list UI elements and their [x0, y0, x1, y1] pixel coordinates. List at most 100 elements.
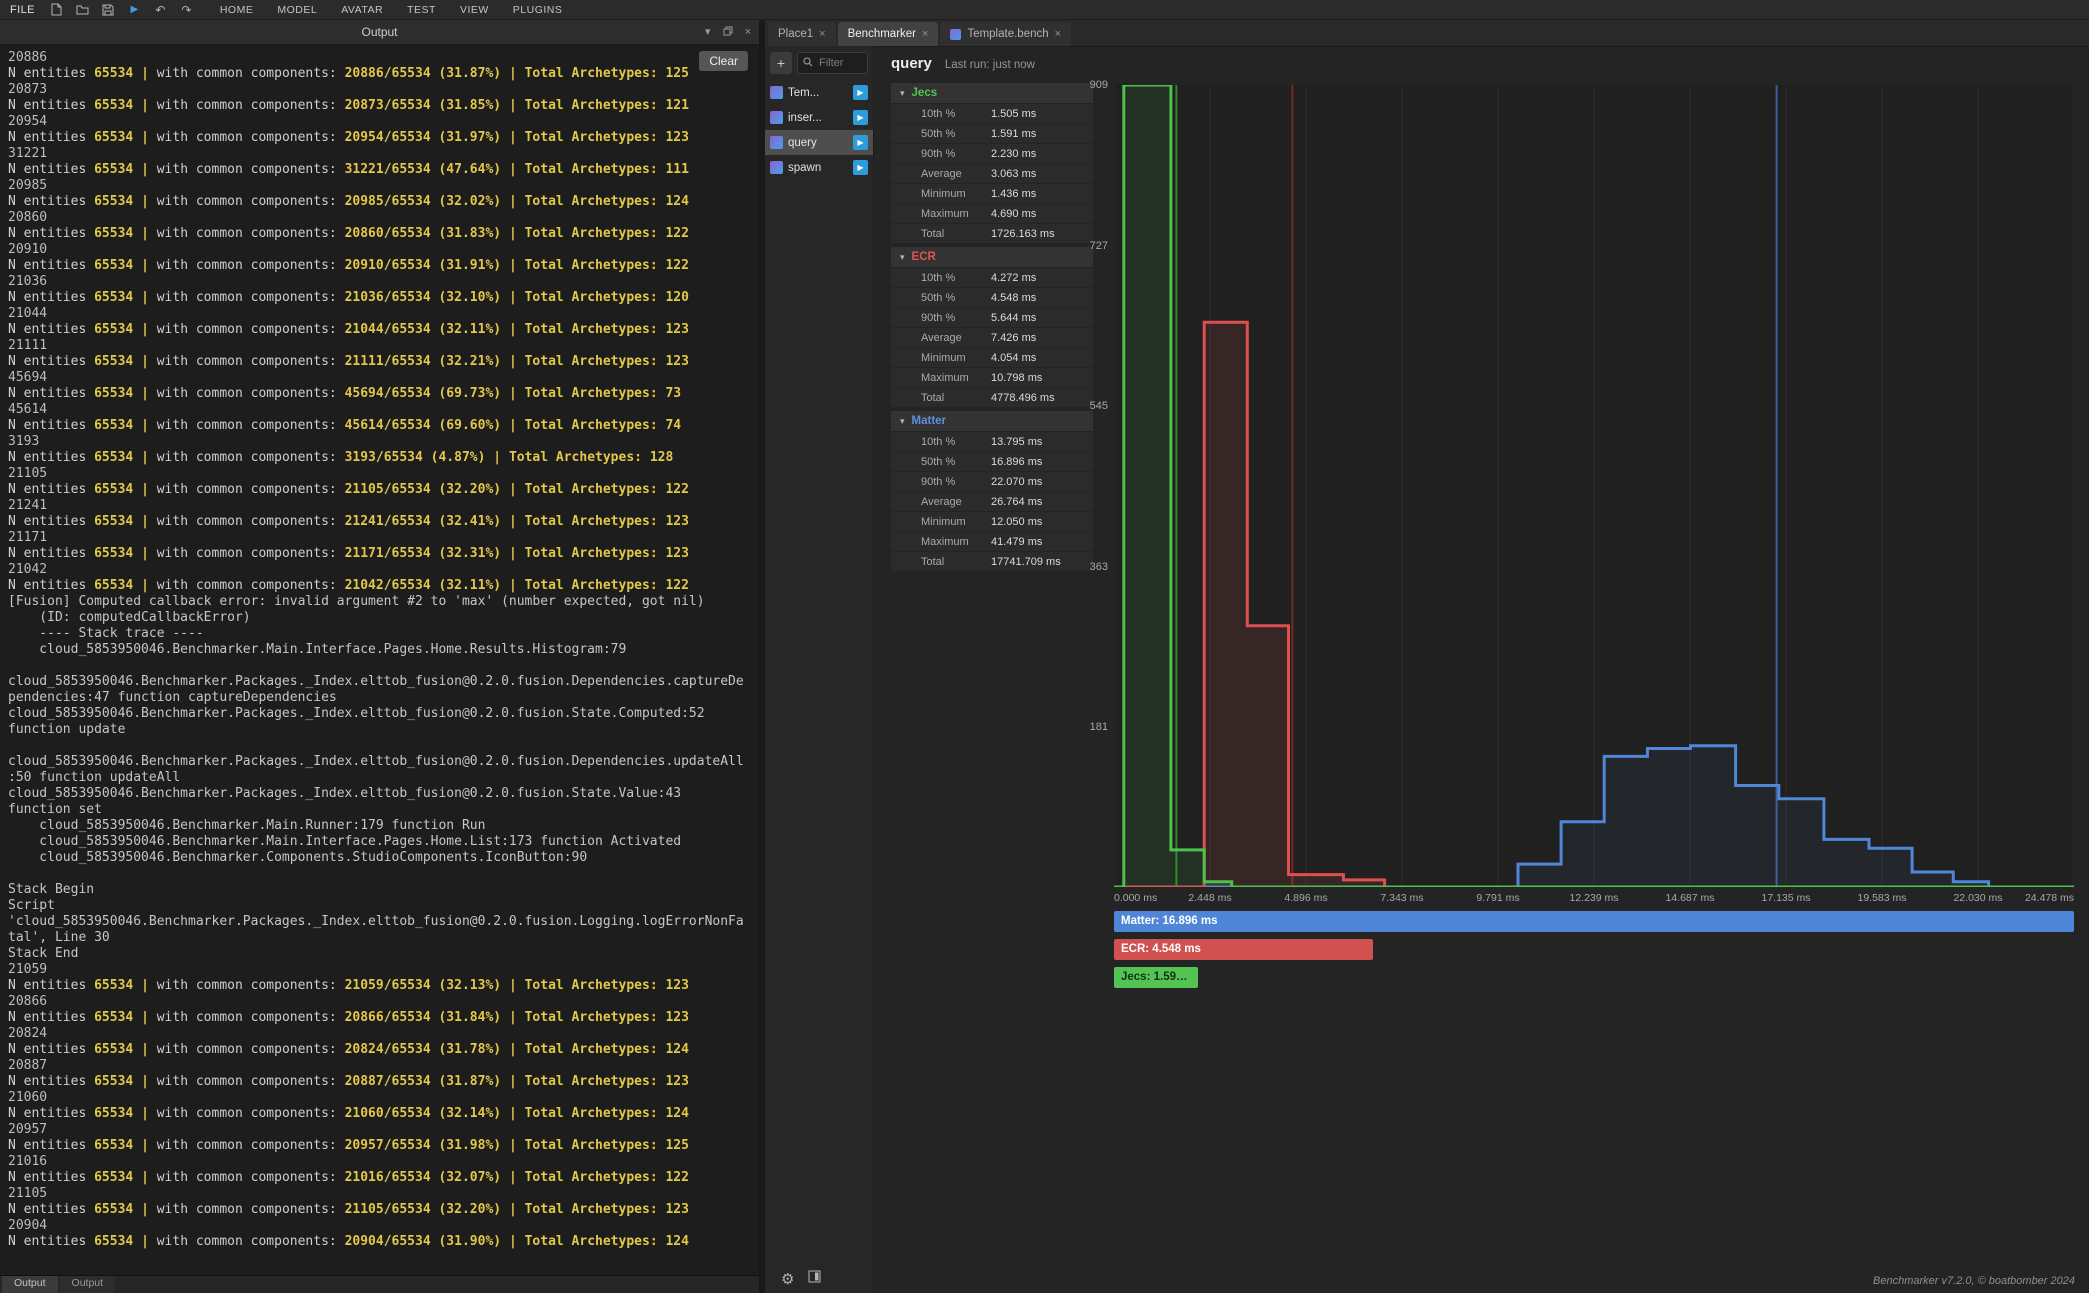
stat-value: 4.272 ms — [991, 272, 1036, 284]
filter-box[interactable] — [797, 52, 868, 74]
stat-row: 50th %1.591 ms — [891, 124, 1093, 143]
stats-section-header[interactable]: ▾ECR — [891, 247, 1093, 267]
editor-tab-template-bench[interactable]: Template.bench× — [940, 22, 1071, 46]
console-line: cloud_5853950046.Benchmarker.Main.Interf… — [8, 834, 751, 850]
console-line: cloud_5853950046.Benchmarker.Packages._I… — [8, 786, 751, 802]
stat-row: 50th %16.896 ms — [891, 452, 1093, 471]
console-line: pendencies:47 function captureDependenci… — [8, 690, 751, 706]
console-line: N entities 65534 | with common component… — [8, 290, 751, 306]
sidebar-controls: + — [765, 46, 873, 80]
benchmark-item-query[interactable]: query ▶ — [765, 130, 873, 155]
run-benchmark-button[interactable]: ▶ — [853, 160, 868, 175]
last-run-label: Last run: just now — [945, 59, 1035, 71]
stat-row: 10th %4.272 ms — [891, 268, 1093, 287]
benchmark-item-label: query — [788, 137, 848, 149]
ribbon-tab-plugins[interactable]: PLUGINS — [513, 4, 563, 16]
ribbon-tab-avatar[interactable]: AVATAR — [341, 4, 383, 16]
stats-section-header[interactable]: ▾Jecs — [891, 83, 1093, 103]
stat-label: Average — [891, 332, 991, 344]
stat-value: 13.795 ms — [991, 436, 1042, 448]
console-line: 20910 — [8, 242, 751, 258]
stat-row: Total1726.163 ms — [891, 224, 1093, 243]
legend-bar-ecr: ECR: 4.548 ms — [1114, 939, 1373, 960]
console-line: N entities 65534 | with common component… — [8, 1074, 751, 1090]
results-header: query Last run: just now — [891, 55, 1035, 72]
stat-row: 90th %22.070 ms — [891, 472, 1093, 491]
console-line: [Fusion] Computed callback error: invali… — [8, 594, 751, 610]
open-file-icon[interactable] — [75, 2, 90, 17]
gear-icon[interactable]: ⚙ — [781, 1272, 794, 1287]
run-benchmark-button[interactable]: ▶ — [853, 135, 868, 150]
panel-close-icon[interactable]: × — [745, 27, 751, 38]
editor-tab-place1[interactable]: Place1 × — [768, 22, 836, 46]
stat-row: Total4778.496 ms — [891, 388, 1093, 407]
stat-value: 22.070 ms — [991, 476, 1042, 488]
stat-label: 10th % — [891, 108, 991, 120]
run-benchmark-button[interactable]: ▶ — [853, 110, 868, 125]
stat-value: 5.644 ms — [991, 312, 1036, 324]
console-line: N entities 65534 | with common component… — [8, 258, 751, 274]
ribbon-tab-test[interactable]: TEST — [407, 4, 436, 16]
editor-tab-label: Place1 — [778, 28, 813, 40]
console-line: 21171 — [8, 530, 751, 546]
stat-label: Maximum — [891, 208, 991, 220]
console-line: :50 function updateAll — [8, 770, 751, 786]
benchmark-item-inser[interactable]: inser...▶ — [765, 105, 873, 130]
run-benchmark-button[interactable]: ▶ — [853, 85, 868, 100]
console-line: N entities 65534 | with common component… — [8, 1170, 751, 1186]
output-titlebar[interactable]: Output ▾ × — [0, 20, 759, 45]
stat-label: Total — [891, 228, 991, 240]
dock-toggle-icon[interactable] — [808, 1270, 821, 1288]
tab-close-icon[interactable]: × — [819, 28, 825, 40]
y-axis-tick-label: 363 — [1070, 561, 1108, 573]
console-line: Stack End — [8, 946, 751, 962]
panel-options-chevron-icon[interactable]: ▾ — [705, 27, 711, 38]
save-icon[interactable] — [101, 2, 116, 17]
panel-float-icon[interactable] — [723, 26, 733, 39]
undo-icon[interactable]: ↶ — [153, 2, 168, 17]
ribbon-tab-view[interactable]: VIEW — [460, 4, 489, 16]
stat-value: 1.436 ms — [991, 188, 1036, 200]
redo-icon[interactable]: ↷ — [179, 2, 194, 17]
ribbon-tab-home[interactable]: HOME — [220, 4, 254, 16]
clear-output-button[interactable]: Clear — [699, 51, 748, 71]
stat-value: 1.505 ms — [991, 108, 1036, 120]
output-panel-controls: ▾ × — [705, 20, 751, 44]
console-line: 20886 — [8, 50, 751, 66]
console-line: N entities 65534 | with common component… — [8, 226, 751, 242]
new-file-icon[interactable] — [49, 2, 64, 17]
console-line: 21241 — [8, 498, 751, 514]
benchmark-item-tem[interactable]: Tem...▶ — [765, 80, 873, 105]
file-menu[interactable]: FILE — [10, 4, 35, 16]
stat-label: Total — [891, 556, 991, 568]
stat-row: Maximum4.690 ms — [891, 204, 1093, 223]
x-axis-tick-label: 22.030 ms — [1953, 892, 2002, 904]
stats-section-header[interactable]: ▾Matter — [891, 411, 1093, 431]
stat-label: 50th % — [891, 292, 991, 304]
filter-input[interactable] — [817, 56, 862, 70]
play-icon[interactable]: ▶ — [127, 2, 142, 17]
console-log[interactable]: 20886 N entities 65534 | with common comp… — [0, 44, 759, 1276]
console-line: N entities 65534 | with common component… — [8, 1234, 751, 1250]
console-line: N entities 65534 | with common component… — [8, 130, 751, 146]
console-line: N entities 65534 | with common component… — [8, 418, 751, 434]
stat-value: 4.690 ms — [991, 208, 1036, 220]
benchmark-results: query Last run: just now ▾Jecs 10th %1.50… — [874, 46, 2089, 1293]
stat-label: Average — [891, 496, 991, 508]
console-line: cloud_5853950046.Benchmarker.Components.… — [8, 850, 751, 866]
tab-close-icon[interactable]: × — [1055, 28, 1061, 40]
console-line: 20860 — [8, 210, 751, 226]
bench-file-icon — [950, 29, 961, 40]
docked-tab-output-1[interactable]: Output — [60, 1276, 116, 1293]
editor-tab-benchmarker[interactable]: Benchmarker× — [838, 22, 939, 46]
stat-value: 17741.709 ms — [991, 556, 1061, 568]
console-line: cloud_5853950046.Benchmarker.Packages._I… — [8, 674, 751, 690]
benchmark-item-spawn[interactable]: spawn▶ — [765, 155, 873, 180]
docked-tab-output-0[interactable]: Output — [2, 1276, 58, 1293]
legend-bar-jecs: Jecs: 1.591 ms — [1114, 967, 1198, 988]
stat-row: Maximum10.798 ms — [891, 368, 1093, 387]
stat-label: Total — [891, 392, 991, 404]
tab-close-icon[interactable]: × — [922, 28, 928, 40]
add-benchmark-button[interactable]: + — [770, 52, 792, 74]
ribbon-tab-model[interactable]: MODEL — [277, 4, 317, 16]
